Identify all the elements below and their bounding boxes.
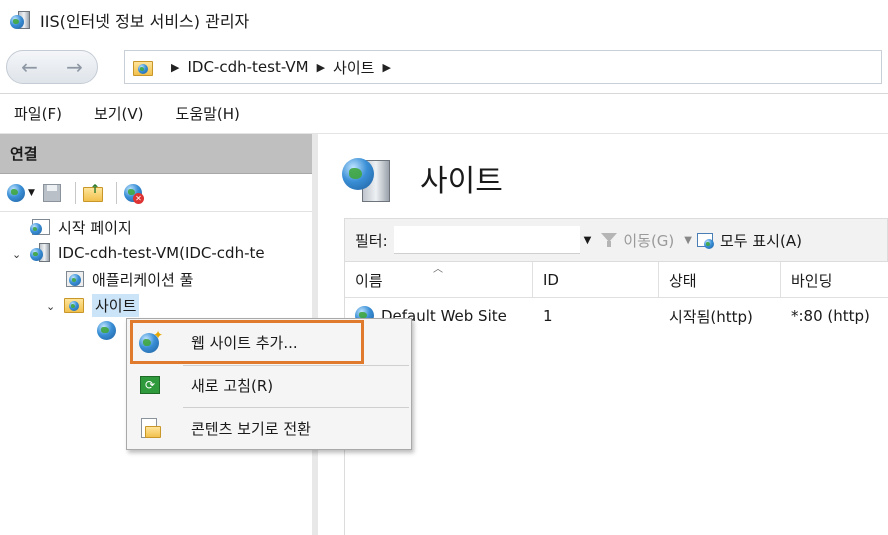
- show-all-label: 모두 표시(A): [720, 231, 802, 250]
- funnel-icon: [599, 230, 619, 250]
- connections-header: 연결: [0, 134, 312, 174]
- filter-dropdown-icon[interactable]: ▼: [584, 235, 592, 246]
- toolbar-separator: [74, 181, 76, 204]
- back-arrow-icon[interactable]: ←: [10, 55, 50, 79]
- menu-file[interactable]: 파일(F): [14, 103, 62, 124]
- column-status[interactable]: 상태: [659, 262, 781, 298]
- breadcrumb[interactable]: ▶ IDC-cdh-test-VM ▶ 사이트 ▶: [124, 50, 882, 84]
- page-title: 사이트: [420, 164, 503, 199]
- breadcrumb-sites[interactable]: 사이트: [333, 57, 374, 78]
- sites-table: ︿ 이름 ID 상태 바인딩 Default Web Site 1 시작됨(ht…: [344, 262, 888, 535]
- tree-item-start-page[interactable]: 시작 페이지: [30, 214, 132, 240]
- chevron-right-icon[interactable]: ▶: [171, 61, 179, 74]
- tree-label-sites: 사이트: [92, 293, 140, 317]
- filter-label: 필터:: [355, 231, 388, 250]
- tree-item-default-site[interactable]: [96, 318, 124, 344]
- column-name[interactable]: ︿ 이름: [345, 262, 533, 298]
- table-header: ︿ 이름 ID 상태 바인딩: [345, 262, 888, 298]
- refresh-icon: ⟳: [139, 373, 163, 397]
- menu-help[interactable]: 도움말(H): [176, 103, 240, 124]
- save-icon[interactable]: [41, 182, 63, 204]
- filter-input[interactable]: [393, 226, 580, 254]
- go-button[interactable]: 이동(G): [599, 230, 674, 251]
- website-globe-icon: [96, 321, 118, 341]
- collapse-arrow-icon[interactable]: ⌄: [46, 300, 55, 313]
- cell-binding: *:80 (http): [791, 307, 870, 325]
- menu-separator: [183, 407, 409, 408]
- chevron-right-icon[interactable]: ▶: [317, 61, 325, 74]
- breadcrumb-server[interactable]: IDC-cdh-test-VM: [187, 58, 308, 76]
- table-row[interactable]: Default Web Site 1 시작됨(http) *:80 (http): [345, 300, 888, 332]
- tree-label-start-page: 시작 페이지: [58, 218, 132, 237]
- disconnect-icon[interactable]: ✕: [123, 182, 145, 204]
- menu-separator: [183, 365, 409, 366]
- sites-folder-icon: [64, 295, 86, 315]
- show-all-button[interactable]: 모두 표시(A): [696, 230, 802, 251]
- chevron-right-icon[interactable]: ▶: [382, 61, 390, 74]
- connect-globe-icon[interactable]: [6, 182, 28, 204]
- menu-item-refresh[interactable]: ⟳ 새로 고침(R): [127, 367, 411, 403]
- folder-globe-icon: [133, 57, 155, 77]
- forward-arrow-icon[interactable]: →: [55, 55, 95, 79]
- menu-bar: 파일(F) 보기(V) 도움말(H): [0, 94, 888, 134]
- app-pool-icon: [64, 269, 86, 289]
- page-header: 사이트: [342, 152, 503, 204]
- column-binding[interactable]: 바인딩: [781, 262, 888, 298]
- nav-buttons: ← →: [6, 50, 98, 84]
- cell-status: 시작됨(http): [669, 307, 753, 326]
- highlight-box: [130, 320, 364, 364]
- cell-id: 1: [543, 307, 553, 325]
- tree-item-server[interactable]: IDC-cdh-test-VM(IDC-cdh-te: [30, 240, 265, 266]
- content-view-icon: [139, 416, 163, 440]
- address-bar: ← → ▶ IDC-cdh-test-VM ▶ 사이트 ▶: [0, 40, 888, 94]
- server-icon: [30, 243, 52, 263]
- dropdown-arrow-icon[interactable]: ▼: [28, 188, 35, 198]
- tree-item-app-pools[interactable]: 애플리케이션 풀: [64, 266, 193, 292]
- connections-toolbar: ▼ ↑ ✕: [0, 174, 312, 212]
- window-title: IIS(인터넷 정보 서비스) 관리자: [40, 12, 250, 31]
- toolbar-separator: [115, 181, 117, 204]
- tree-label-server: IDC-cdh-test-VM(IDC-cdh-te: [58, 244, 265, 262]
- menu-item-content-view[interactable]: 콘텐츠 보기로 전환: [127, 410, 411, 446]
- menu-view[interactable]: 보기(V): [94, 103, 144, 124]
- filter-bar: 필터: ▼ 이동(G) ▼ 모두 표시(A): [344, 218, 888, 262]
- title-bar: IIS(인터넷 정보 서비스) 관리자: [0, 0, 888, 40]
- up-folder-icon[interactable]: ↑: [82, 182, 104, 204]
- go-label: 이동(G): [623, 231, 675, 250]
- sort-asc-icon: ︿: [433, 264, 443, 275]
- tree-item-sites[interactable]: 사이트: [64, 292, 140, 318]
- column-id[interactable]: ID: [533, 262, 659, 298]
- iis-manager-icon: [10, 9, 32, 31]
- show-all-icon: [696, 230, 716, 250]
- tree-label-app-pools: 애플리케이션 풀: [92, 270, 194, 289]
- sites-large-icon: [342, 152, 394, 204]
- go-dropdown-icon[interactable]: ▼: [684, 235, 692, 246]
- start-page-icon: [30, 217, 52, 237]
- collapse-arrow-icon[interactable]: ⌄: [12, 248, 21, 261]
